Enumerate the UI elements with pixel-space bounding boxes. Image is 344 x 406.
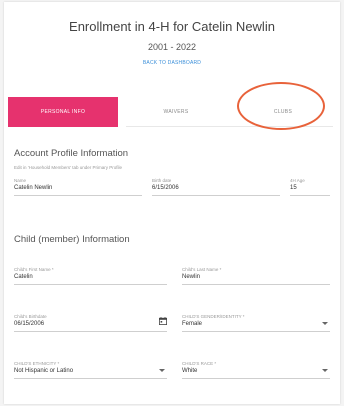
child-race-select[interactable]: CHILD'S RACE * White [182, 361, 330, 379]
child-gender-value[interactable]: Female [182, 320, 330, 329]
child-last-name-value[interactable]: Newlin [182, 273, 330, 282]
age-value: 15 [290, 185, 297, 191]
chevron-down-icon[interactable] [322, 322, 328, 325]
enrollment-tabs: PERSONAL INFO WAIVERS CLUBS [8, 97, 333, 127]
page-title: Enrollment in 4-H for Catelin Newlin [69, 19, 275, 34]
tab-divider [126, 126, 333, 127]
child-info-heading: Child (member) Information [14, 234, 130, 245]
child-ethnicity-underline [14, 378, 167, 379]
child-last-name-underline [182, 284, 330, 285]
tab-clubs[interactable]: CLUBS [233, 97, 333, 127]
child-ethnicity-select[interactable]: CHILD'S ETHNICITY * Not Hispanic or Lati… [14, 361, 167, 379]
child-birthdate-field[interactable]: Child's Birthdate 06/15/2006 [14, 314, 167, 332]
calendar-icon[interactable] [159, 317, 167, 325]
name-value: Catelin Newlin [14, 185, 53, 191]
tab-personal-info[interactable]: PERSONAL INFO [8, 97, 118, 127]
child-first-name-underline [14, 284, 167, 285]
account-profile-hint: Edit in 'Household Members' tab under Pr… [14, 165, 123, 170]
age-underline [290, 195, 330, 196]
chevron-down-icon[interactable] [322, 369, 328, 372]
birth-date-field: Birth date 6/15/2006 [152, 178, 280, 196]
child-last-name-field[interactable]: Child's Last Name * Newlin [182, 267, 330, 285]
birth-date-underline [152, 195, 280, 196]
age-field: 4H Age 15 [290, 178, 330, 196]
tab-waivers[interactable]: WAIVERS [126, 97, 226, 127]
child-race-underline [182, 378, 330, 379]
child-race-value[interactable]: White [182, 367, 330, 376]
name-underline [14, 195, 142, 196]
child-first-name-value[interactable]: Catelin [14, 273, 167, 282]
account-profile-heading: Account Profile Information [14, 148, 129, 159]
back-to-dashboard-link[interactable]: BACK TO DASHBOARD [0, 60, 344, 66]
child-first-name-field[interactable]: Child's First Name * Catelin [14, 267, 167, 285]
enrollment-year: 2001 - 2022 [147, 42, 197, 52]
name-field: Name Catelin Newlin [14, 178, 142, 196]
child-birthdate-value[interactable]: 06/15/2006 [14, 320, 167, 329]
child-gender-select[interactable]: CHILD'S GENDER/IDENTITY * Female [182, 314, 330, 332]
child-birthdate-underline [14, 331, 167, 332]
birth-date-value: 6/15/2006 [152, 185, 179, 191]
child-gender-underline [182, 331, 330, 332]
chevron-down-icon[interactable] [159, 369, 165, 372]
child-ethnicity-value[interactable]: Not Hispanic or Latino [14, 367, 167, 376]
